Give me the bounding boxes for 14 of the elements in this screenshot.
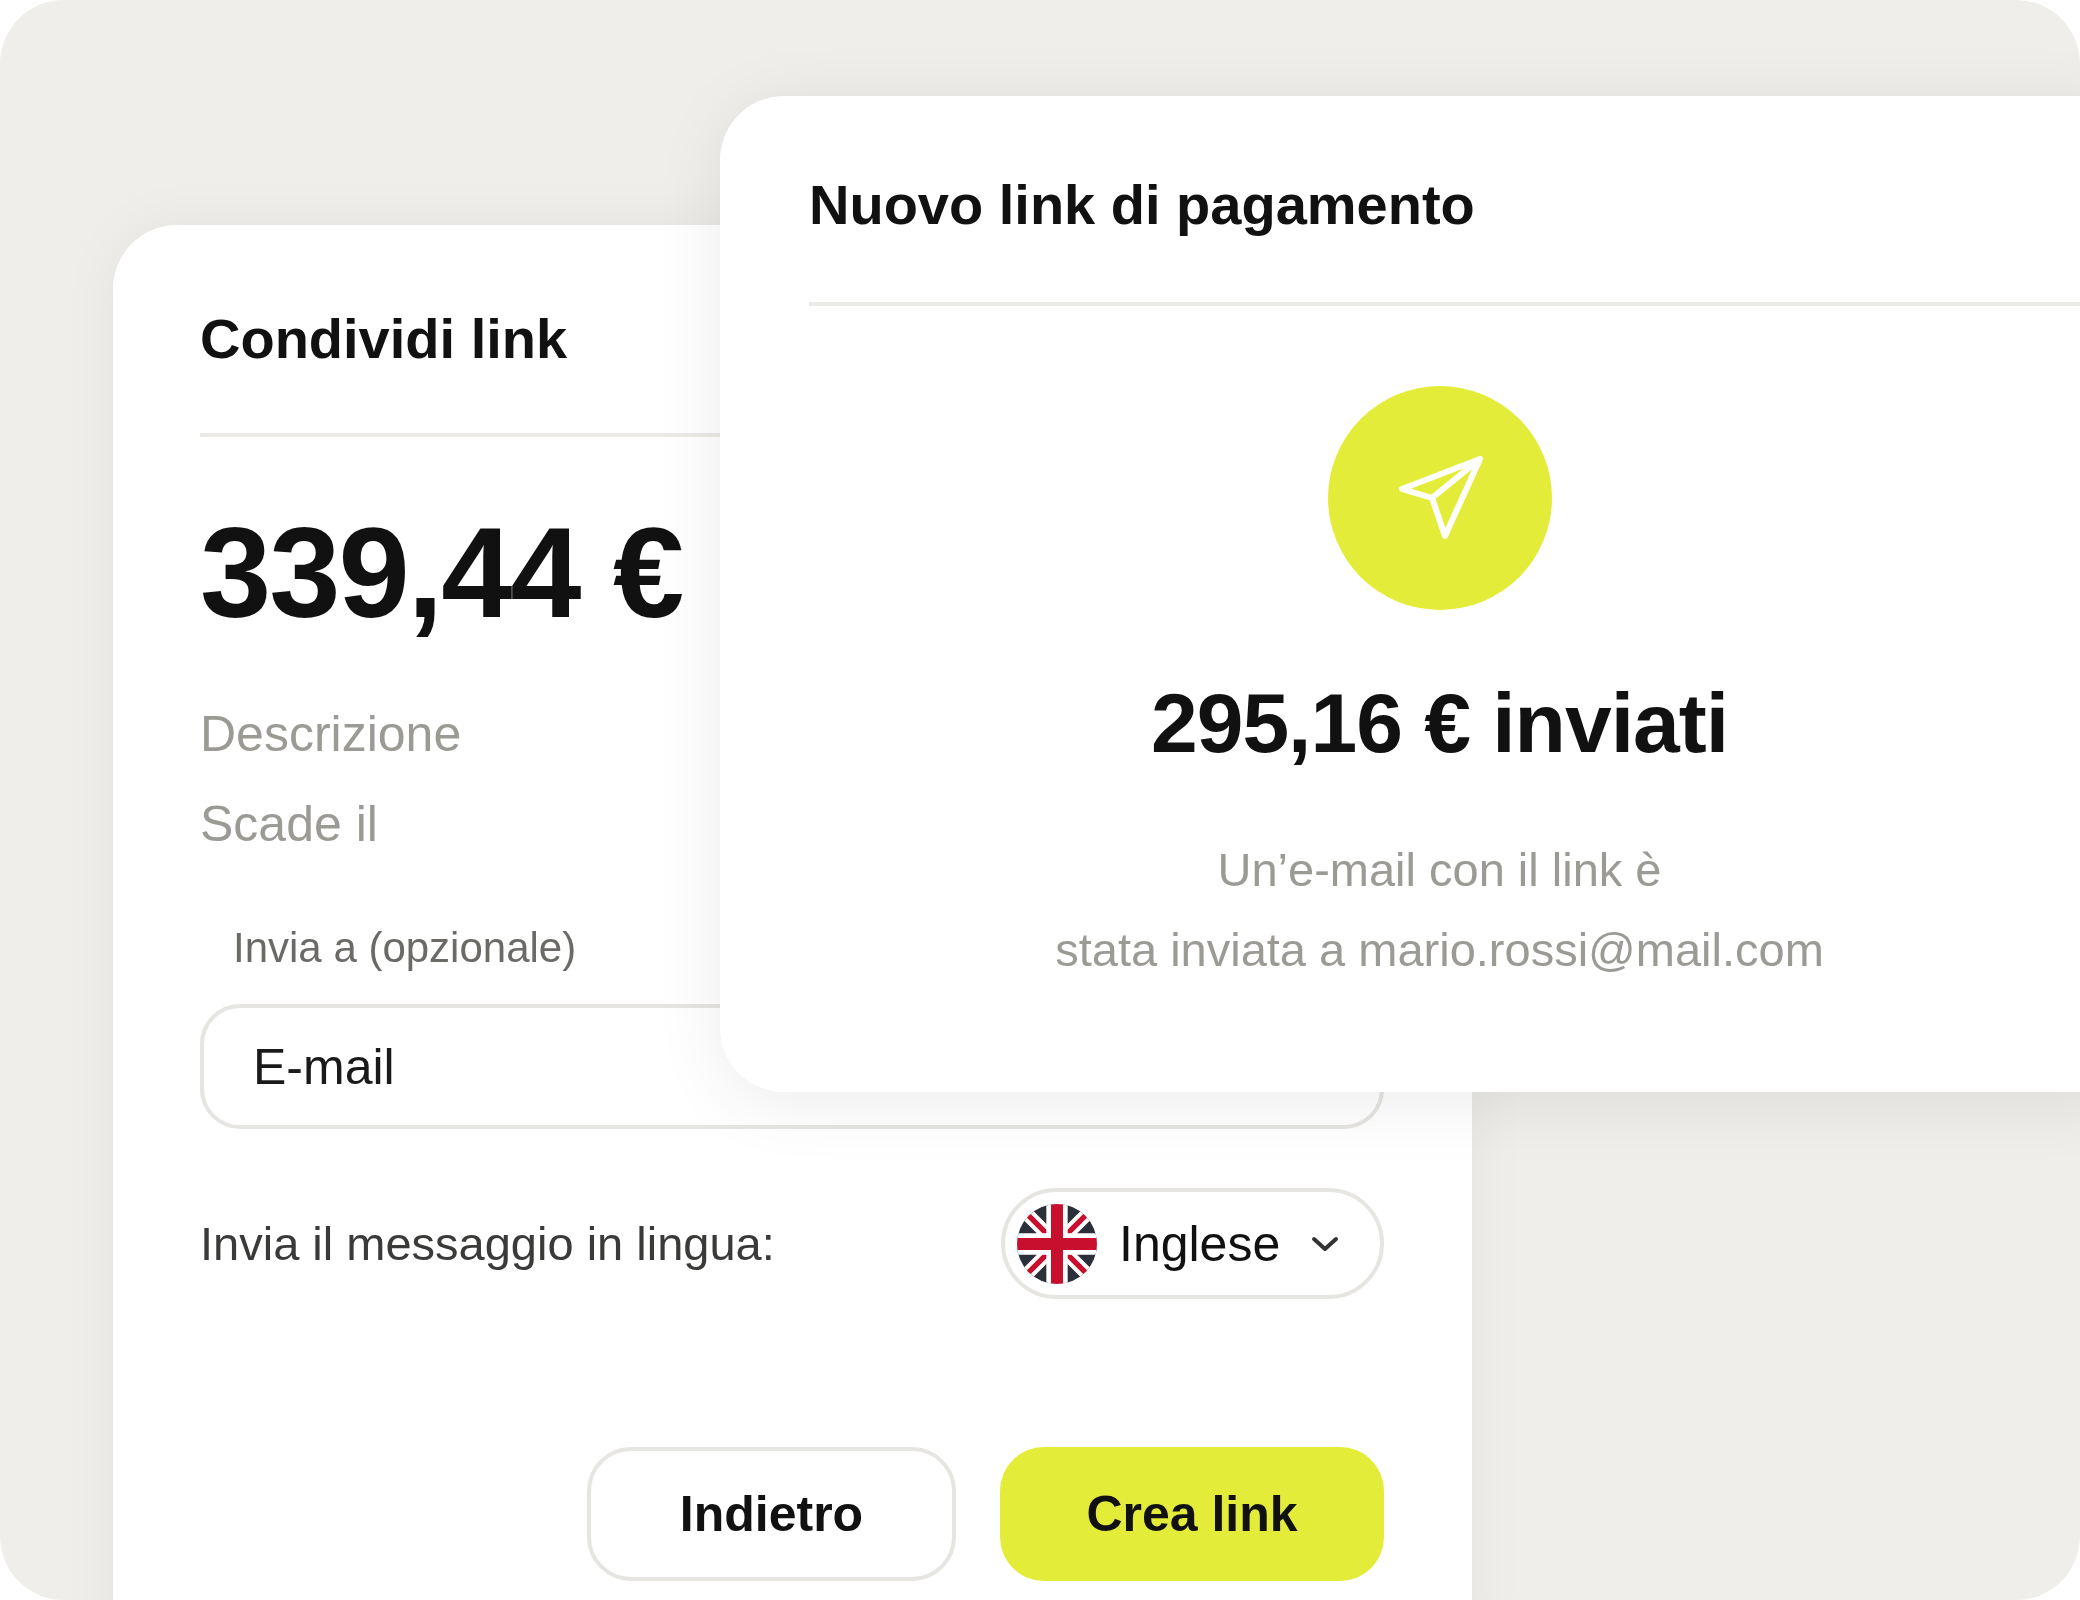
- confirmation-message: Un’e-mail con il link è stata inviata a mario.rossi@mail.com: [1055, 841, 1824, 978]
- field-label: Descrizione: [200, 706, 462, 762]
- card-title: Nuovo link di pagamento: [809, 174, 1476, 236]
- amount: 339,44 €: [200, 509, 684, 637]
- card-title: Condividi link: [200, 306, 569, 367]
- create-link-button[interactable]: Crea link: [1000, 1447, 1384, 1581]
- language-select[interactable]: Inglese: [1001, 1188, 1384, 1299]
- language-label: Invia il messaggio in lingua:: [200, 1216, 775, 1271]
- field-label: Scade il: [200, 796, 378, 852]
- sent-amount: 295,16 € inviati: [1150, 680, 1728, 765]
- paper-plane-icon: [1327, 385, 1552, 610]
- back-button[interactable]: Indietro: [587, 1447, 956, 1581]
- flag-icon: [1017, 1203, 1097, 1284]
- field-label: Invia a (opzionale): [233, 927, 577, 969]
